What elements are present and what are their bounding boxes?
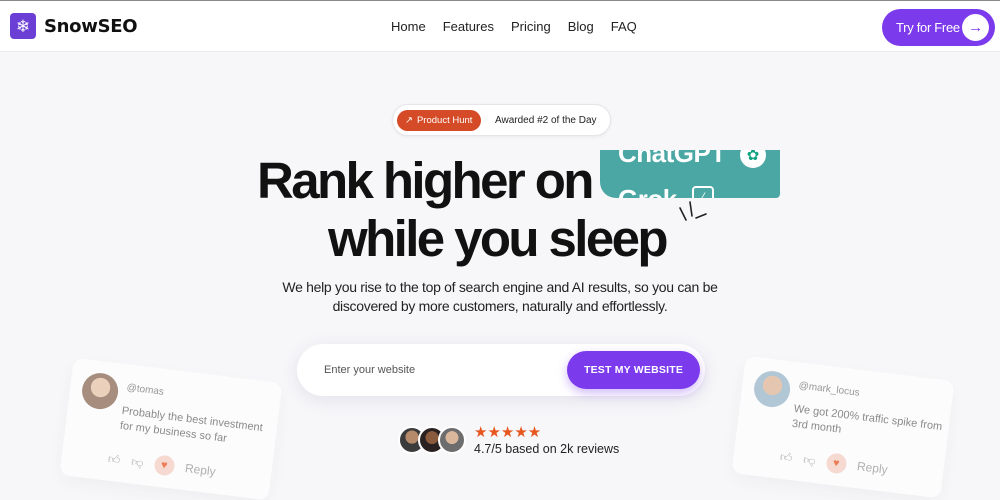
reviewer-avatars (398, 426, 468, 456)
testimonial-card: @tomas Probably the best investment for … (59, 357, 283, 500)
award-text: Awarded #2 of the Day (495, 115, 597, 126)
testimonial-actions: 👍︎ 👎︎ ♥ Reply (107, 449, 217, 482)
nav-link-features[interactable]: Features (443, 19, 494, 34)
reply-link[interactable]: Reply (856, 459, 888, 477)
ticker-word-chatgpt: ChatGPT (618, 150, 726, 168)
rating-summary: 4.7/5 based on 2k reviews (474, 442, 620, 456)
product-hunt-pill: ↗ Product Hunt (397, 110, 482, 131)
heart-icon[interactable]: ♥ (825, 452, 848, 475)
snowflake-icon: ❄ (10, 13, 36, 39)
testimonial-text: Probably the best investment for my busi… (119, 404, 264, 445)
test-my-website-button[interactable]: TEST MY WEBSITE (567, 351, 700, 389)
product-hunt-badge[interactable]: ↗ Product Hunt Awarded #2 of the Day (392, 104, 611, 136)
thumbs-up-icon[interactable]: 👍︎ (779, 449, 793, 465)
avatar (80, 371, 121, 412)
testimonial-card: @mark_locus We got 200% traffic spike fr… (731, 355, 955, 499)
rotating-ai-ticker: ChatGPT ✿ Grok ⁄ (600, 150, 780, 198)
nav-link-faq[interactable]: FAQ (611, 19, 637, 34)
product-hunt-label: Product Hunt (416, 115, 473, 126)
rating-stars: ★★★★★ (474, 424, 542, 441)
heart-icon[interactable]: ♥ (153, 454, 176, 477)
brand-name: SnowSEO (44, 15, 138, 37)
hero-headline-line2: while you sleep (328, 210, 669, 267)
hero-subtitle: We help you rise to the top of search en… (282, 279, 718, 314)
testimonial-handle: @tomas (126, 382, 165, 398)
reply-link[interactable]: Reply (184, 461, 216, 479)
testimonial-actions: 👍︎ 👎︎ ♥ Reply (779, 447, 889, 480)
nav-link-pricing[interactable]: Pricing (511, 19, 551, 34)
nav-link-home[interactable]: Home (391, 19, 426, 34)
nav-link-blog[interactable]: Blog (568, 19, 594, 34)
avatar (438, 426, 466, 454)
testimonial-handle: @mark_locus (798, 380, 861, 399)
avatar (752, 369, 793, 410)
hero-headline-line1: Rank higher on (257, 152, 594, 209)
chatgpt-logo-icon: ✿ (740, 150, 766, 168)
testimonial-text: We got 200% traffic spike from 3rd month (791, 402, 943, 436)
thumbs-down-icon[interactable]: 👎︎ (802, 452, 817, 468)
top-navbar: ❄ SnowSEO Home Features Pricing Blog FAQ… (0, 0, 1000, 52)
nav-links: Home Features Pricing Blog FAQ (391, 19, 637, 34)
arrow-right-icon: → (962, 14, 989, 41)
website-url-input[interactable] (324, 360, 554, 380)
thumbs-up-icon[interactable]: 👍︎ (107, 451, 121, 467)
sparkle-accent-icon (679, 201, 707, 221)
thumbs-down-icon[interactable]: 👎︎ (130, 454, 145, 470)
brand-logo[interactable]: ❄ SnowSEO (10, 13, 138, 39)
try-for-free-button[interactable]: Try for Free → (882, 9, 995, 46)
try-for-free-label: Try for Free (896, 20, 960, 35)
trending-up-icon: ↗ (405, 115, 413, 126)
website-test-form: TEST MY WEBSITE (297, 344, 705, 396)
